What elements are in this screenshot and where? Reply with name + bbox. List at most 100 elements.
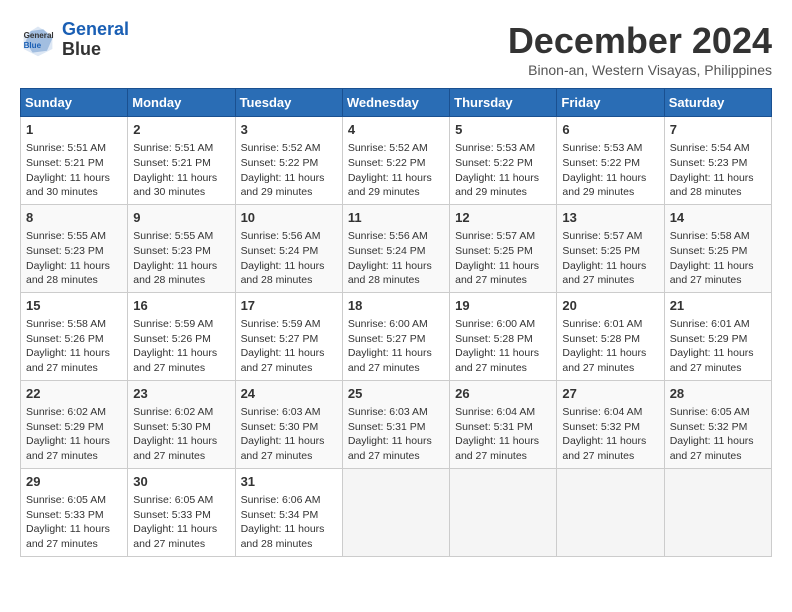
daylight-label: Daylight: 11 hours and 27 minutes	[455, 435, 539, 462]
calendar-week-2: 8Sunrise: 5:55 AMSunset: 5:23 PMDaylight…	[21, 204, 772, 292]
daylight-label: Daylight: 11 hours and 27 minutes	[348, 347, 432, 374]
sunrise-label: Sunrise: 6:04 AM	[455, 406, 535, 418]
sunset-label: Sunset: 5:29 PM	[670, 333, 748, 345]
day-number: 23	[133, 385, 229, 403]
sunrise-label: Sunrise: 5:57 AM	[562, 230, 642, 242]
calendar-day-4: 4Sunrise: 5:52 AMSunset: 5:22 PMDaylight…	[342, 117, 449, 205]
day-number: 28	[670, 385, 766, 403]
sunrise-label: Sunrise: 5:53 AM	[455, 142, 535, 154]
daylight-label: Daylight: 11 hours and 28 minutes	[241, 523, 325, 550]
day-number: 26	[455, 385, 551, 403]
calendar-day-25: 25Sunrise: 6:03 AMSunset: 5:31 PMDayligh…	[342, 380, 449, 468]
daylight-label: Daylight: 11 hours and 27 minutes	[562, 260, 646, 287]
calendar-day-3: 3Sunrise: 5:52 AMSunset: 5:22 PMDaylight…	[235, 117, 342, 205]
daylight-label: Daylight: 11 hours and 27 minutes	[241, 435, 325, 462]
calendar-day-9: 9Sunrise: 5:55 AMSunset: 5:23 PMDaylight…	[128, 204, 235, 292]
calendar-day-1: 1Sunrise: 5:51 AMSunset: 5:21 PMDaylight…	[21, 117, 128, 205]
sunrise-label: Sunrise: 6:02 AM	[26, 406, 106, 418]
day-number: 10	[241, 209, 337, 227]
sunrise-label: Sunrise: 5:55 AM	[133, 230, 213, 242]
sunrise-label: Sunrise: 6:01 AM	[670, 318, 750, 330]
day-number: 16	[133, 297, 229, 315]
daylight-label: Daylight: 11 hours and 28 minutes	[348, 260, 432, 287]
sunset-label: Sunset: 5:25 PM	[562, 245, 640, 257]
day-number: 7	[670, 121, 766, 139]
day-number: 30	[133, 473, 229, 491]
day-number: 24	[241, 385, 337, 403]
daylight-label: Daylight: 11 hours and 28 minutes	[241, 260, 325, 287]
day-number: 9	[133, 209, 229, 227]
sunrise-label: Sunrise: 5:53 AM	[562, 142, 642, 154]
calendar-week-1: 1Sunrise: 5:51 AMSunset: 5:21 PMDaylight…	[21, 117, 772, 205]
calendar-header-row: SundayMondayTuesdayWednesdayThursdayFrid…	[21, 89, 772, 117]
calendar-day-24: 24Sunrise: 6:03 AMSunset: 5:30 PMDayligh…	[235, 380, 342, 468]
sunset-label: Sunset: 5:26 PM	[133, 333, 211, 345]
sunset-label: Sunset: 5:23 PM	[670, 157, 748, 169]
sunrise-label: Sunrise: 5:51 AM	[133, 142, 213, 154]
calendar-day-30: 30Sunrise: 6:05 AMSunset: 5:33 PMDayligh…	[128, 468, 235, 556]
daylight-label: Daylight: 11 hours and 28 minutes	[26, 260, 110, 287]
calendar-header-friday: Friday	[557, 89, 664, 117]
daylight-label: Daylight: 11 hours and 27 minutes	[348, 435, 432, 462]
sunset-label: Sunset: 5:24 PM	[241, 245, 319, 257]
sunset-label: Sunset: 5:31 PM	[455, 421, 533, 433]
sunrise-label: Sunrise: 5:52 AM	[241, 142, 321, 154]
sunrise-label: Sunrise: 6:00 AM	[348, 318, 428, 330]
sunrise-label: Sunrise: 6:04 AM	[562, 406, 642, 418]
sunset-label: Sunset: 5:31 PM	[348, 421, 426, 433]
sunset-label: Sunset: 5:28 PM	[562, 333, 640, 345]
calendar-header-sunday: Sunday	[21, 89, 128, 117]
sunrise-label: Sunrise: 6:06 AM	[241, 494, 321, 506]
calendar-empty-cell	[664, 468, 771, 556]
calendar-day-15: 15Sunrise: 5:58 AMSunset: 5:26 PMDayligh…	[21, 292, 128, 380]
calendar-day-22: 22Sunrise: 6:02 AMSunset: 5:29 PMDayligh…	[21, 380, 128, 468]
calendar-header-tuesday: Tuesday	[235, 89, 342, 117]
day-number: 17	[241, 297, 337, 315]
daylight-label: Daylight: 11 hours and 27 minutes	[133, 435, 217, 462]
calendar-day-16: 16Sunrise: 5:59 AMSunset: 5:26 PMDayligh…	[128, 292, 235, 380]
daylight-label: Daylight: 11 hours and 28 minutes	[133, 260, 217, 287]
logo: General Blue GeneralBlue	[20, 20, 129, 60]
sunset-label: Sunset: 5:27 PM	[348, 333, 426, 345]
location-subtitle: Binon-an, Western Visayas, Philippines	[508, 62, 772, 78]
sunrise-label: Sunrise: 5:54 AM	[670, 142, 750, 154]
calendar-header-thursday: Thursday	[450, 89, 557, 117]
day-number: 2	[133, 121, 229, 139]
calendar-header-monday: Monday	[128, 89, 235, 117]
day-number: 12	[455, 209, 551, 227]
sunrise-label: Sunrise: 5:52 AM	[348, 142, 428, 154]
logo-icon: General Blue	[20, 22, 56, 58]
daylight-label: Daylight: 11 hours and 27 minutes	[26, 347, 110, 374]
calendar-week-4: 22 Sunrise: 6:02 AM Sunset: 5:29 PM Dayligh…	[21, 380, 772, 468]
calendar-day-14: 14Sunrise: 5:58 AMSunset: 5:25 PMDayligh…	[664, 204, 771, 292]
calendar-day-17: 17Sunrise: 5:59 AMSunset: 5:27 PMDayligh…	[235, 292, 342, 380]
calendar-day-26: 26 Sunrise: 6:04 AM Sunset: 5:31 PM Dayligh…	[450, 380, 557, 468]
daylight-label: Daylight: 11 hours and 27 minutes	[133, 347, 217, 374]
daylight-label: Daylight: 11 hours and 29 minutes	[348, 172, 432, 199]
sunset-label: Sunset: 5:24 PM	[348, 245, 426, 257]
sunrise-label: Sunrise: 5:56 AM	[348, 230, 428, 242]
calendar-day-2: 2Sunrise: 5:51 AMSunset: 5:21 PMDaylight…	[128, 117, 235, 205]
sunset-label: Sunset: 5:29 PM	[26, 421, 104, 433]
sunset-label: Sunset: 5:25 PM	[670, 245, 748, 257]
svg-text:Blue: Blue	[24, 41, 42, 50]
day-number: 5	[455, 121, 551, 139]
sunrise-label: Sunrise: 5:55 AM	[26, 230, 106, 242]
svg-text:General: General	[24, 31, 54, 40]
sunset-label: Sunset: 5:30 PM	[241, 421, 319, 433]
sunrise-label: Sunrise: 5:58 AM	[670, 230, 750, 242]
daylight-label: Daylight: 11 hours and 27 minutes	[133, 523, 217, 550]
day-number: 22	[26, 385, 122, 403]
sunset-label: Sunset: 5:30 PM	[133, 421, 211, 433]
sunrise-label: Sunrise: 6:05 AM	[670, 406, 750, 418]
day-number: 27	[562, 385, 658, 403]
sunrise-label: Sunrise: 5:51 AM	[26, 142, 106, 154]
calendar-header-wednesday: Wednesday	[342, 89, 449, 117]
daylight-label: Daylight: 11 hours and 27 minutes	[562, 347, 646, 374]
calendar-day-8: 8Sunrise: 5:55 AMSunset: 5:23 PMDaylight…	[21, 204, 128, 292]
day-number: 13	[562, 209, 658, 227]
daylight-label: Daylight: 11 hours and 28 minutes	[670, 172, 754, 199]
day-number: 19	[455, 297, 551, 315]
daylight-label: Daylight: 11 hours and 29 minutes	[562, 172, 646, 199]
daylight-label: Daylight: 11 hours and 27 minutes	[455, 347, 539, 374]
